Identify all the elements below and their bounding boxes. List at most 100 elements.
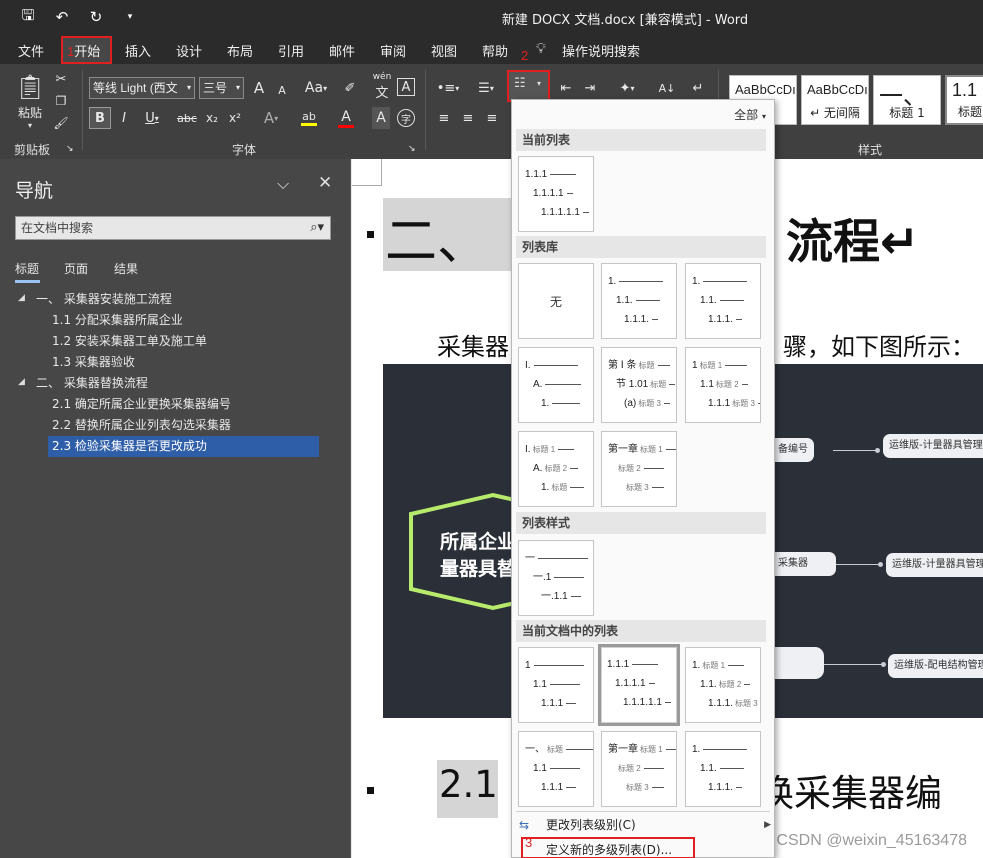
list-option-library[interactable]: 1 标题 1 1.1 标题 2 1.1.1 标题 3: [685, 347, 761, 423]
nav-heading-item[interactable]: 1.1 分配采集器所属企业: [52, 310, 183, 330]
underline-button[interactable]: U ▾: [140, 107, 164, 129]
list-option-in-document[interactable]: 1 1.1 1.1.1: [518, 647, 594, 723]
tab-references[interactable]: 引用: [278, 41, 304, 60]
style-heading-2[interactable]: 1.1 标题: [945, 75, 983, 125]
list-option-none[interactable]: 无: [518, 263, 594, 339]
show-marks-icon[interactable]: ↵: [688, 78, 708, 98]
list-level-number: 1.1: [700, 379, 714, 390]
change-case-button[interactable]: Aa ▾: [302, 78, 330, 98]
list-level-line: [538, 557, 588, 559]
collapse-arrow-icon[interactable]: ◢: [18, 377, 25, 387]
nav-heading-item[interactable]: 二、 采集器替换流程: [36, 373, 148, 393]
define-new-multilevel-list-menu-item[interactable]: 定义新的多级列表(D)...: [513, 838, 773, 858]
list-option-in-document-selected[interactable]: 1.1.1 1.1.1.1 1.1.1.1.1: [598, 644, 680, 726]
multilevel-list-button[interactable]: ☷ ▾: [507, 70, 550, 102]
tab-help[interactable]: 帮助: [482, 41, 508, 60]
tab-review[interactable]: 审阅: [380, 41, 406, 60]
align-left-icon[interactable]: ≡: [434, 107, 454, 129]
list-option-library[interactable]: 第一章 标题 1 标题 2 标题 3: [601, 431, 677, 507]
list-option-library[interactable]: I. A. 1.: [518, 347, 594, 423]
text-effects-button[interactable]: A ▾: [256, 107, 286, 129]
diagram-connector: [824, 664, 883, 665]
list-option-in-document[interactable]: 1. 1.1. 1.1.1.: [685, 731, 761, 807]
list-option-library[interactable]: 1. 1.1. 1.1.1.: [601, 263, 677, 339]
nav-heading-item-selected[interactable]: 2.3 检验采集器是否更改成功: [52, 436, 207, 456]
cut-icon[interactable]: ✂: [52, 70, 70, 88]
paste-dropdown-icon[interactable]: ▾: [22, 120, 38, 130]
list-option-in-document[interactable]: 1. 标题 1 1.1. 标题 2 1.1.1. 标题 3: [685, 647, 761, 723]
italic-button[interactable]: I: [115, 107, 133, 129]
change-list-level-menu-item[interactable]: ⇆ 更改列表级别(C) ▶: [513, 813, 773, 837]
nav-heading-item[interactable]: 2.2 替换所属企业列表勾选采集器: [52, 415, 231, 435]
paste-button[interactable]: 粘贴: [14, 104, 46, 120]
format-painter-icon[interactable]: 🖌︎: [52, 114, 70, 132]
decrease-indent-icon[interactable]: ⇤: [556, 78, 576, 98]
font-launcher-icon[interactable]: ↘: [408, 144, 416, 154]
search-icon[interactable]: ⌕▾: [310, 217, 324, 239]
tab-design[interactable]: 设计: [176, 41, 202, 60]
tab-view[interactable]: 视图: [431, 41, 457, 60]
bullets-button[interactable]: •≡ ▾: [434, 78, 462, 98]
nav-heading-item[interactable]: 1.2 安装采集器工单及施工单: [52, 331, 207, 351]
list-option-library[interactable]: 第 Ⅰ 条标题节 1.01 标题 (a) 标题 3: [601, 347, 677, 423]
title-bar: 🖫 ↶ ↻ ▾ 新建 DOCX 文档.docx [兼容模式] - Word: [0, 0, 983, 34]
tab-insert[interactable]: 插入: [125, 41, 151, 60]
asian-layout-icon[interactable]: ✦ ▾: [612, 78, 642, 98]
list-option-in-document[interactable]: 一、 标题 1.1 1.1.1: [518, 731, 594, 807]
nav-heading-item[interactable]: 2.1 确定所属企业更换采集器编号: [52, 394, 231, 414]
clipboard-launcher-icon[interactable]: ↘: [66, 144, 74, 154]
tab-file[interactable]: 文件: [18, 41, 44, 60]
strikethrough-button[interactable]: abc: [176, 107, 198, 129]
list-option-current[interactable]: 1.1.1 1.1.1.1 1.1.1.1.1: [518, 156, 594, 232]
list-level-line: [570, 595, 581, 597]
phonetic-guide-button[interactable]: wén 文: [371, 72, 393, 101]
tell-me-search[interactable]: 操作说明搜索: [562, 41, 640, 60]
nav-heading-item[interactable]: 一、 采集器安装施工流程: [36, 289, 172, 309]
grow-font-button[interactable]: A: [250, 78, 268, 98]
gallery-filter-dropdown[interactable]: 全部 ▾: [734, 106, 766, 123]
copy-icon[interactable]: ❐: [52, 92, 70, 110]
list-option-in-document[interactable]: 第一章 标题 1 标题 2 标题 3: [601, 731, 677, 807]
list-level-line: [757, 402, 760, 404]
list-level-preview: 1. 标题: [541, 482, 585, 494]
list-level-line: [703, 748, 748, 750]
nav-tab-headings[interactable]: 标题: [15, 260, 39, 277]
highlight-color-button[interactable]: ab: [293, 107, 325, 129]
superscript-button[interactable]: x²: [226, 107, 244, 129]
style-no-spacing[interactable]: AaBbCcDı ↵ 无间隔: [801, 75, 869, 125]
numbering-button[interactable]: ☰ ▾: [470, 78, 502, 98]
tab-layout[interactable]: 布局: [227, 41, 253, 60]
align-center-icon[interactable]: ≡: [458, 107, 478, 129]
list-level-preview: 1. 标题 1: [692, 660, 745, 672]
shrink-font-button[interactable]: A: [273, 80, 291, 100]
subscript-button[interactable]: x₂: [203, 107, 221, 129]
nav-tab-results[interactable]: 结果: [114, 260, 138, 277]
paste-icon[interactable]: 📋︎: [15, 72, 45, 102]
close-icon[interactable]: ✕: [318, 173, 332, 193]
nav-title: 导航: [15, 180, 54, 202]
font-size-select[interactable]: 三号 ▾: [199, 77, 244, 99]
increase-indent-icon[interactable]: ⇥: [580, 78, 600, 98]
nav-tab-pages[interactable]: 页面: [64, 260, 88, 277]
character-border-button[interactable]: A: [397, 78, 415, 96]
list-option-library[interactable]: I. 标题 1 A. 标题 2 1. 标题: [518, 431, 594, 507]
tab-home[interactable]: 1开始: [67, 41, 100, 60]
list-option-style[interactable]: 一一.1 一.1.1: [518, 540, 594, 616]
clear-formatting-icon[interactable]: ✐: [340, 78, 360, 98]
nav-search-input[interactable]: 在文档中搜索 ⌕▾: [15, 216, 331, 240]
style-heading-1[interactable]: 一、 标题 1: [873, 75, 941, 125]
tab-mailings[interactable]: 邮件: [329, 41, 355, 60]
font-family-select[interactable]: 等线 Light (西文 ▾: [89, 77, 195, 99]
list-level-preview: 第 Ⅰ 条标题: [608, 360, 670, 372]
list-option-library[interactable]: 1. 1.1. 1.1.1.: [685, 263, 761, 339]
sort-icon[interactable]: A↓: [656, 78, 678, 98]
multilevel-list-gallery: 全部 ▾ 当前列表 1.1.1 1.1.1.1 1.1.1.1.1 列表库 无 1.…: [511, 99, 775, 858]
nav-heading-item[interactable]: 1.3 采集器验收: [52, 352, 135, 372]
character-shading-button[interactable]: A: [372, 107, 390, 129]
collapse-arrow-icon[interactable]: ◢: [18, 293, 25, 303]
enclose-characters-button[interactable]: 字: [397, 109, 415, 127]
font-color-button[interactable]: A: [332, 107, 360, 129]
bold-button[interactable]: B: [89, 107, 111, 129]
align-right-icon[interactable]: ≡: [482, 107, 502, 129]
chevron-down-icon[interactable]: ⌵: [277, 174, 289, 194]
